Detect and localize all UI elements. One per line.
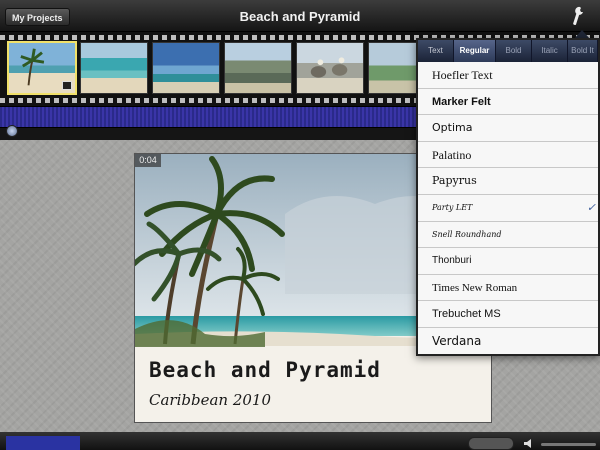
font-style-tabs: Text Regular Bold Italic Bold It bbox=[418, 40, 598, 62]
clip-thumbnail-3[interactable] bbox=[152, 42, 220, 94]
clip-thumbnail-5[interactable] bbox=[296, 42, 364, 94]
playhead-handle[interactable] bbox=[6, 125, 18, 137]
bottom-timeline-indicator[interactable] bbox=[6, 436, 80, 450]
font-item-label: Optima bbox=[432, 121, 473, 135]
font-item-label: Hoefler Text bbox=[432, 68, 493, 82]
font-item-papyrus[interactable]: Papyrus bbox=[418, 168, 598, 195]
tab-italic[interactable]: Italic bbox=[532, 40, 568, 62]
font-item-party-let[interactable]: Party LET ✓ bbox=[418, 195, 598, 222]
clip-thumbnail-2[interactable] bbox=[80, 42, 148, 94]
font-item-label: Thonburi bbox=[432, 255, 472, 267]
pelican-image bbox=[310, 57, 348, 78]
volume-slider[interactable] bbox=[541, 443, 596, 446]
tab-bold[interactable]: Bold bbox=[496, 40, 532, 62]
font-item-label: Snell Roundhand bbox=[432, 229, 502, 239]
font-item-label: Party LET bbox=[432, 202, 473, 212]
font-item-optima[interactable]: Optima bbox=[418, 115, 598, 142]
font-item-hoefler-text[interactable]: Hoefler Text bbox=[418, 62, 598, 89]
font-item-marker-felt[interactable]: Marker Felt bbox=[418, 89, 598, 116]
font-list: Hoefler Text Marker Felt Optima Palatino… bbox=[418, 62, 598, 354]
tab-bold-italic[interactable]: Bold It bbox=[568, 40, 598, 62]
font-item-label: Papyrus bbox=[432, 174, 477, 188]
project-title: Beach and Pyramid bbox=[239, 9, 361, 24]
font-item-thonburi[interactable]: Thonburi bbox=[418, 248, 598, 275]
clip-thumbnail-4[interactable] bbox=[224, 42, 292, 94]
speaker-icon bbox=[524, 439, 531, 448]
tab-text[interactable]: Text bbox=[418, 40, 454, 62]
clip-edit-badge-icon bbox=[62, 81, 72, 90]
font-picker-popover: Text Regular Bold Italic Bold It Hoefler… bbox=[416, 38, 600, 356]
font-item-trebuchet-ms[interactable]: Trebuchet MS bbox=[418, 301, 598, 328]
font-item-label: Verdana bbox=[432, 333, 482, 348]
playback-toggle-button[interactable] bbox=[468, 437, 514, 450]
font-item-label: Times New Roman bbox=[432, 281, 518, 294]
tab-regular[interactable]: Regular bbox=[454, 40, 496, 62]
checkmark-icon: ✓ bbox=[586, 200, 596, 214]
font-item-snell-roundhand[interactable]: Snell Roundhand bbox=[418, 222, 598, 249]
top-toolbar: My Projects Beach and Pyramid bbox=[0, 0, 600, 32]
font-item-label: Trebuchet MS bbox=[432, 308, 501, 321]
wrench-icon[interactable] bbox=[570, 6, 586, 26]
font-item-verdana[interactable]: Verdana bbox=[418, 328, 598, 354]
title-overlay-subtitle: Caribbean 2010 bbox=[149, 391, 272, 409]
title-overlay-main: Beach and Pyramid bbox=[149, 358, 381, 382]
font-item-palatino[interactable]: Palatino bbox=[418, 142, 598, 169]
font-item-label: Marker Felt bbox=[432, 95, 491, 108]
font-item-times-new-roman[interactable]: Times New Roman bbox=[418, 275, 598, 302]
font-item-label: Palatino bbox=[432, 147, 472, 162]
timecode-label: 0:04 bbox=[135, 154, 161, 167]
clip-thumbnail-1[interactable] bbox=[7, 41, 77, 95]
